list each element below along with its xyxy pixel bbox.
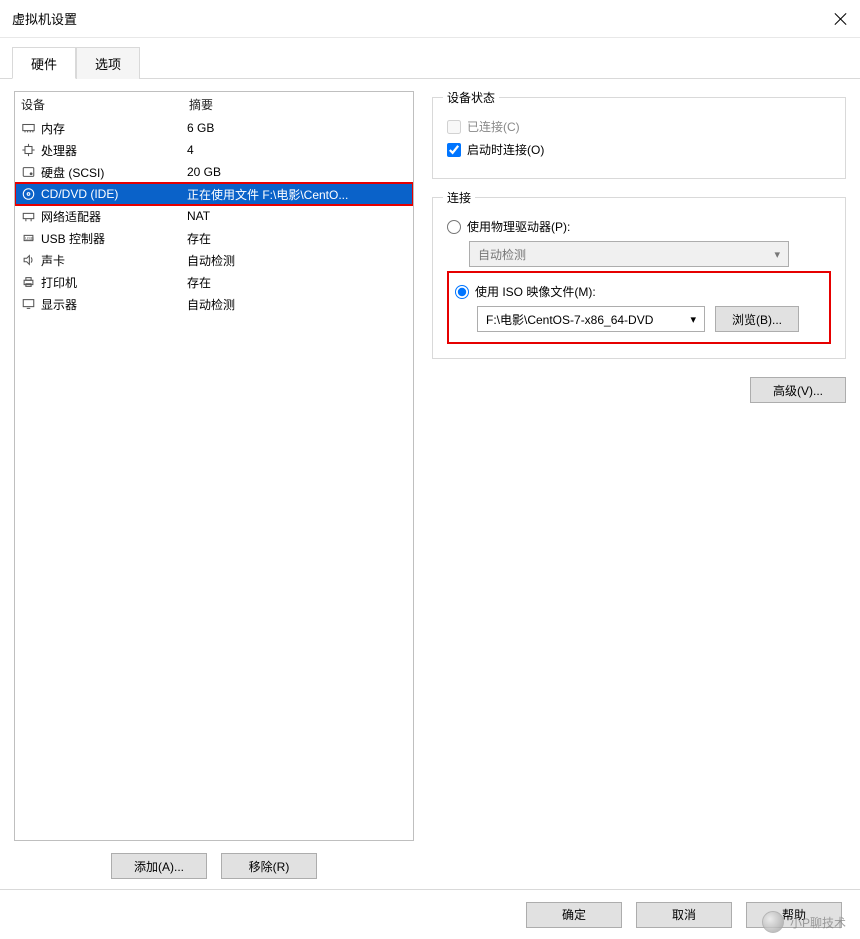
iso-path-combo[interactable]: F:\电影\CentOS-7-x86_64-DVD ▾ (477, 306, 705, 332)
right-column: 设备状态 已连接(C) 启动时连接(O) 连接 使用物理驱动器(P): 自动检测… (432, 91, 846, 879)
hardware-row-usb[interactable]: USB USB 控制器 存在 (15, 227, 413, 249)
svg-text:USB: USB (25, 236, 34, 241)
connect-poweron-label: 启动时连接(O) (467, 141, 544, 158)
hardware-row-summary: 存在 (187, 230, 409, 247)
connect-poweron-checkbox[interactable] (447, 143, 461, 157)
hardware-row-summary: NAT (187, 209, 409, 223)
disk-icon (19, 164, 37, 180)
hardware-row-name: 处理器 (41, 142, 77, 159)
titlebar: 虚拟机设置 (0, 0, 860, 38)
hardware-row-memory[interactable]: 内存 6 GB (15, 117, 413, 139)
hardware-row-net[interactable]: 网络适配器 NAT (15, 205, 413, 227)
hardware-row-sound[interactable]: 声卡 自动检测 (15, 249, 413, 271)
hardware-row-summary: 自动检测 (187, 252, 409, 269)
device-status-legend: 设备状态 (443, 89, 499, 106)
use-iso-label: 使用 ISO 映像文件(M): (475, 283, 596, 300)
dialog-footer: 确定 取消 帮助 (0, 889, 860, 939)
hardware-list-header: 设备 摘要 (15, 92, 413, 117)
column-header-device[interactable]: 设备 (21, 96, 189, 113)
cd-icon (19, 186, 37, 202)
hardware-list: 设备 摘要 内存 6 GB 处理器 4 硬盘 (SCSI) 20 GB CD/DVD (ID… (14, 91, 414, 841)
net-icon (19, 208, 37, 224)
use-iso-radio[interactable] (455, 285, 469, 299)
cancel-button[interactable]: 取消 (636, 902, 732, 928)
chevron-down-icon[interactable]: ▾ (690, 313, 696, 326)
use-iso-radio-row[interactable]: 使用 ISO 映像文件(M): (455, 283, 823, 300)
physical-drive-combo: 自动检测 ▾ (469, 241, 789, 267)
hardware-panel: 设备 摘要 内存 6 GB 处理器 4 硬盘 (SCSI) 20 GB CD/DVD (ID… (14, 91, 414, 879)
physical-drive-value: 自动检测 (478, 246, 526, 263)
hardware-row-summary: 6 GB (187, 121, 409, 135)
remove-button[interactable]: 移除(R) (221, 853, 317, 879)
content-area: 设备 摘要 内存 6 GB 处理器 4 硬盘 (SCSI) 20 GB CD/DVD (ID… (0, 79, 860, 879)
use-physical-label: 使用物理驱动器(P): (467, 218, 570, 235)
display-icon (19, 296, 37, 312)
hardware-row-name: 声卡 (41, 252, 65, 269)
usb-icon: USB (19, 230, 37, 246)
hardware-buttons: 添加(A)... 移除(R) (14, 841, 414, 879)
advanced-row: 高级(V)... (432, 371, 846, 403)
hardware-row-summary: 自动检测 (187, 296, 409, 313)
hardware-row-summary: 20 GB (187, 165, 409, 179)
use-physical-radio[interactable] (447, 220, 461, 234)
connected-label: 已连接(C) (467, 118, 520, 135)
connected-checkbox-row: 已连接(C) (447, 118, 831, 135)
sound-icon (19, 252, 37, 268)
help-button[interactable]: 帮助 (746, 902, 842, 928)
connected-checkbox (447, 120, 461, 134)
advanced-button[interactable]: 高级(V)... (750, 377, 846, 403)
hardware-row-disk[interactable]: 硬盘 (SCSI) 20 GB (15, 161, 413, 183)
add-button[interactable]: 添加(A)... (111, 853, 207, 879)
hardware-row-name: 网络适配器 (41, 208, 101, 225)
chevron-down-icon: ▾ (774, 248, 780, 261)
hardware-row-cd[interactable]: CD/DVD (IDE) 正在使用文件 F:\电影\CentO... (15, 183, 413, 205)
hardware-row-cpu[interactable]: 处理器 4 (15, 139, 413, 161)
hardware-row-summary: 存在 (187, 274, 409, 291)
connect-poweron-checkbox-row[interactable]: 启动时连接(O) (447, 141, 831, 158)
hardware-row-name: CD/DVD (IDE) (41, 187, 118, 201)
hardware-row-summary: 正在使用文件 F:\电影\CentO... (187, 186, 409, 203)
close-icon[interactable] (834, 12, 848, 26)
tab-options[interactable]: 选项 (76, 47, 140, 79)
tab-hardware[interactable]: 硬件 (12, 47, 76, 79)
hardware-row-name: 显示器 (41, 296, 77, 313)
printer-icon (19, 274, 37, 290)
connection-group: 连接 使用物理驱动器(P): 自动检测 ▾ 使用 ISO 映像文件(M): F:… (432, 197, 846, 359)
hardware-row-name: 硬盘 (SCSI) (41, 164, 104, 181)
memory-icon (19, 120, 37, 136)
device-status-group: 设备状态 已连接(C) 启动时连接(O) (432, 97, 846, 179)
hardware-row-display[interactable]: 显示器 自动检测 (15, 293, 413, 315)
connection-legend: 连接 (443, 189, 475, 206)
iso-path-value: F:\电影\CentOS-7-x86_64-DVD (486, 311, 653, 328)
tab-strip: 硬件 选项 (0, 38, 860, 79)
window-title: 虚拟机设置 (12, 9, 834, 28)
cpu-icon (19, 142, 37, 158)
hardware-row-name: 打印机 (41, 274, 77, 291)
hardware-row-summary: 4 (187, 143, 409, 157)
ok-button[interactable]: 确定 (526, 902, 622, 928)
hardware-row-name: USB 控制器 (41, 230, 105, 247)
column-header-summary[interactable]: 摘要 (189, 96, 407, 113)
use-physical-radio-row[interactable]: 使用物理驱动器(P): (447, 218, 831, 235)
iso-highlight-box: 使用 ISO 映像文件(M): F:\电影\CentOS-7-x86_64-DV… (447, 271, 831, 344)
hardware-row-printer[interactable]: 打印机 存在 (15, 271, 413, 293)
browse-button[interactable]: 浏览(B)... (715, 306, 799, 332)
hardware-row-name: 内存 (41, 120, 65, 137)
